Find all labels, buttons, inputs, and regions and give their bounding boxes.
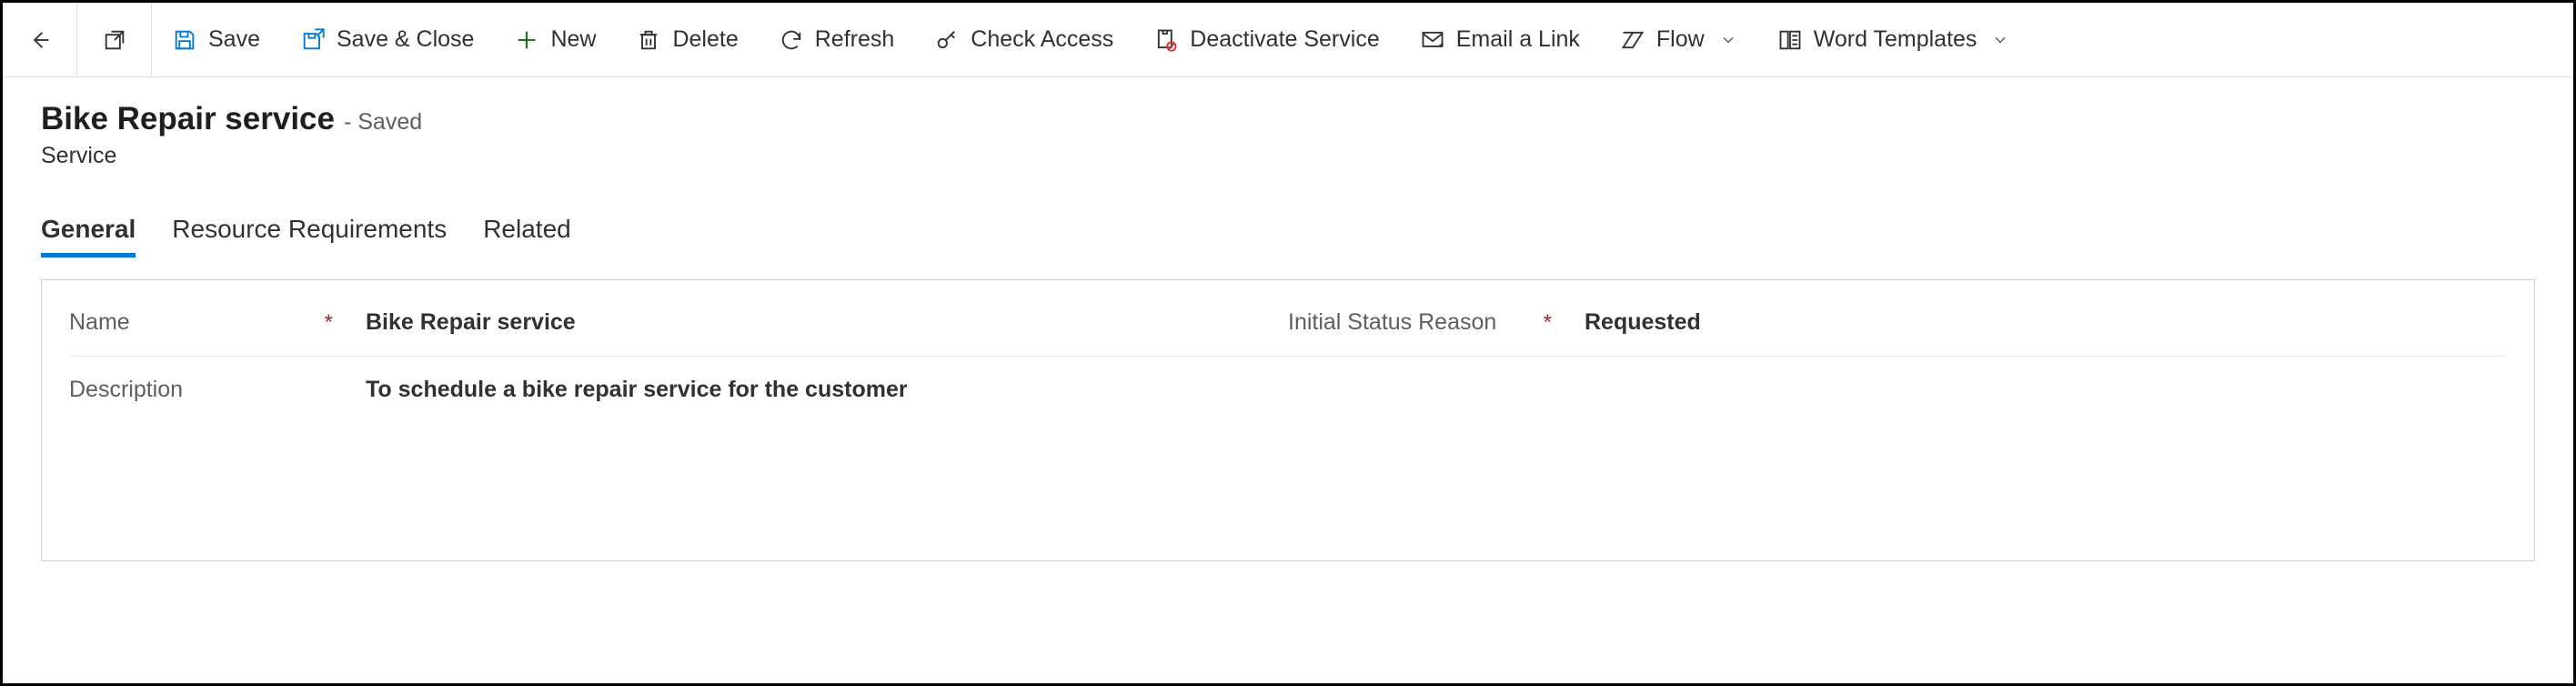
form-col-name: Name * Bike Repair service bbox=[69, 309, 1288, 336]
name-field[interactable]: Bike Repair service bbox=[351, 309, 576, 336]
tab-general[interactable]: General bbox=[41, 215, 136, 257]
title-row: Bike Repair service - Saved bbox=[41, 101, 2535, 137]
word-templates-button[interactable]: Word Templates bbox=[1757, 3, 2030, 77]
description-label: Description bbox=[69, 377, 183, 403]
refresh-label: Refresh bbox=[815, 26, 895, 53]
form-container: Name * Bike Repair service Initial Statu… bbox=[41, 279, 2535, 561]
required-star-icon: * bbox=[325, 310, 333, 336]
tab-resource-requirements[interactable]: Resource Requirements bbox=[172, 215, 447, 257]
flow-label: Flow bbox=[1656, 26, 1705, 53]
word-templates-label: Word Templates bbox=[1814, 26, 1977, 53]
email-icon bbox=[1420, 27, 1445, 53]
save-label: Save bbox=[208, 26, 260, 53]
refresh-button[interactable]: Refresh bbox=[759, 3, 915, 77]
deactivate-label: Deactivate Service bbox=[1190, 26, 1379, 53]
command-bar: Save Save & Close New Delete Refresh Che… bbox=[3, 3, 2573, 77]
tab-related[interactable]: Related bbox=[483, 215, 571, 257]
entity-type-label: Service bbox=[41, 143, 2535, 169]
trash-icon bbox=[636, 27, 661, 53]
initial-status-field[interactable]: Requested bbox=[1570, 309, 1701, 336]
saved-status: - Saved bbox=[344, 109, 422, 136]
delete-button[interactable]: Delete bbox=[616, 3, 758, 77]
initial-status-label: Initial Status Reason bbox=[1288, 309, 1496, 336]
check-access-button[interactable]: Check Access bbox=[914, 3, 1133, 77]
required-star-icon: * bbox=[1544, 310, 1552, 336]
description-label-wrap: Description bbox=[69, 377, 351, 403]
check-access-label: Check Access bbox=[971, 26, 1113, 53]
form-col-description: Description To schedule a bike repair se… bbox=[69, 377, 2507, 504]
save-button[interactable]: Save bbox=[152, 3, 280, 77]
chevron-down-icon bbox=[1991, 31, 2009, 49]
description-field[interactable]: To schedule a bike repair service for th… bbox=[351, 377, 908, 504]
name-label-wrap: Name * bbox=[69, 309, 351, 336]
flow-icon bbox=[1620, 27, 1645, 53]
form-row-description: Description To schedule a bike repair se… bbox=[69, 357, 2507, 524]
back-button[interactable] bbox=[3, 3, 77, 77]
flow-button[interactable]: Flow bbox=[1600, 3, 1757, 77]
chevron-down-icon bbox=[1719, 31, 1737, 49]
save-close-label: Save & Close bbox=[337, 26, 474, 53]
form-row-top: Name * Bike Repair service Initial Statu… bbox=[69, 289, 2507, 357]
initial-status-label-wrap: Initial Status Reason * bbox=[1288, 309, 1570, 336]
name-label: Name bbox=[69, 309, 130, 336]
deactivate-icon bbox=[1153, 27, 1179, 53]
delete-label: Delete bbox=[672, 26, 738, 53]
save-icon bbox=[172, 27, 197, 53]
deactivate-button[interactable]: Deactivate Service bbox=[1133, 3, 1399, 77]
open-new-window-icon bbox=[102, 27, 127, 53]
save-close-icon bbox=[300, 27, 326, 53]
new-button[interactable]: New bbox=[494, 3, 616, 77]
new-label: New bbox=[550, 26, 596, 53]
plus-icon bbox=[514, 27, 539, 53]
back-arrow-icon bbox=[27, 27, 53, 53]
save-close-button[interactable]: Save & Close bbox=[280, 3, 494, 77]
header-area: Bike Repair service - Saved Service bbox=[3, 77, 2573, 178]
refresh-icon bbox=[779, 27, 804, 53]
tab-row: General Resource Requirements Related bbox=[3, 178, 2573, 257]
word-templates-icon bbox=[1777, 27, 1803, 53]
page-title: Bike Repair service bbox=[41, 101, 335, 137]
email-link-label: Email a Link bbox=[1456, 26, 1580, 53]
key-icon bbox=[934, 27, 960, 53]
email-link-button[interactable]: Email a Link bbox=[1400, 3, 1600, 77]
form-col-status: Initial Status Reason * Requested bbox=[1288, 309, 2507, 336]
open-new-window-button[interactable] bbox=[77, 3, 152, 77]
